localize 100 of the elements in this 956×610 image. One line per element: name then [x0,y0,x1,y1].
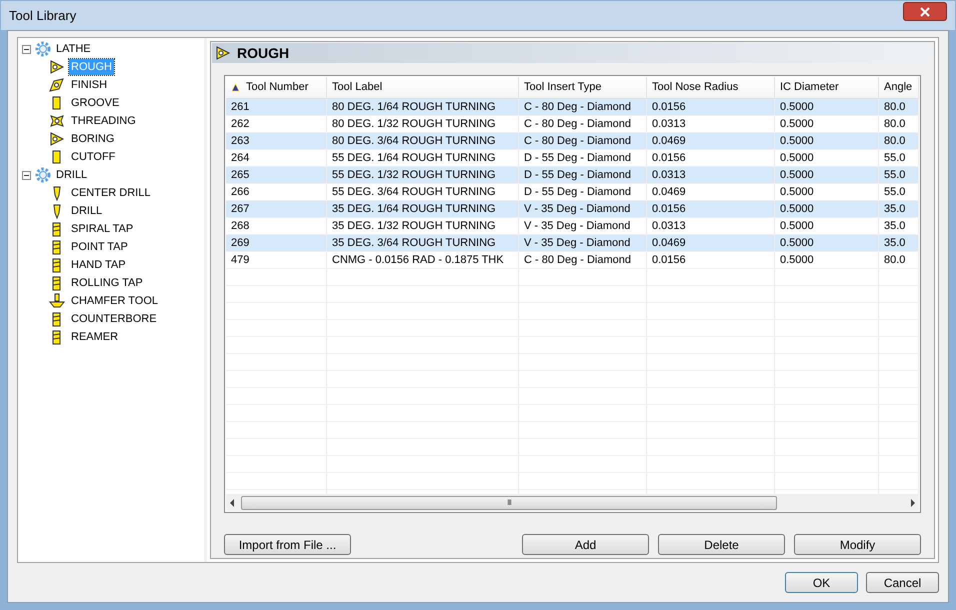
tree-item[interactable]: THREADING [69,112,138,130]
table-cell: 80.0 [879,116,919,132]
table-cell: 0.5000 [775,167,879,183]
gear-icon [35,167,51,183]
table-cell: 35.0 [879,201,919,217]
tree-item[interactable]: DRILL [55,166,88,184]
table-cell: V - 35 Deg - Diamond [519,235,647,251]
table-cell: 0.5000 [775,218,879,234]
table-cell: D - 55 Deg - Diamond [519,184,647,200]
table-cell: 55.0 [879,150,919,166]
table-cell: 0.0156 [647,99,775,115]
table-cell: V - 35 Deg - Diamond [519,218,647,234]
column-header[interactable]: Tool Number [226,77,327,98]
action-button[interactable]: Delete [658,534,785,555]
table-cell: 266 [226,184,327,200]
table-cell: 80.0 [879,252,919,268]
tree-item[interactable]: CENTER DRILL [69,184,152,202]
table-cell: 35.0 [879,218,919,234]
table-cell: 0.5000 [775,235,879,251]
table-cell: 0.5000 [775,150,879,166]
table-cell: D - 55 Deg - Diamond [519,150,647,166]
tree-item[interactable]: REAMER [69,328,120,346]
dialog-button[interactable]: OK [785,572,858,593]
collapse-toggle[interactable] [22,44,31,54]
tool-icon [48,293,65,309]
tool-icon [48,131,65,147]
column-header[interactable]: Tool Nose Radius [647,77,775,98]
table-cell: C - 80 Deg - Diamond [519,252,647,268]
table-cell: 80 DEG. 1/32 ROUGH TURNING [327,116,519,132]
table-cell: 264 [226,150,327,166]
tool-icon [48,77,65,93]
table-cell: 261 [226,99,327,115]
column-header[interactable]: IC Diameter [775,77,879,98]
close-icon [920,6,930,16]
table-cell: V - 35 Deg - Diamond [519,201,647,217]
table-cell: 0.0156 [647,150,775,166]
tree-item[interactable]: SPIRAL TAP [69,220,136,238]
scroll-right-icon [910,498,916,506]
tree-item[interactable]: ROLLING TAP [69,274,145,292]
table-cell: 0.5000 [775,99,879,115]
sort-icon [231,83,240,92]
tree-item[interactable]: HAND TAP [69,256,128,274]
table-cell: 269 [226,235,327,251]
table-cell: 0.0469 [647,235,775,251]
close-button[interactable] [903,2,947,21]
table-cell: 35 DEG. 1/32 ROUGH TURNING [327,218,519,234]
table-cell: C - 80 Deg - Diamond [519,99,647,115]
table-cell: 80 DEG. 1/64 ROUGH TURNING [327,99,519,115]
table-cell: 0.5000 [775,252,879,268]
tree-item[interactable]: COUNTERBORE [69,310,159,328]
table-cell: 479 [226,252,327,268]
scroll-left-icon [229,498,235,506]
table-cell: 0.0313 [647,116,775,132]
tree-item[interactable]: LATHE [55,40,92,58]
tree-item[interactable]: CHAMFER TOOL [69,292,160,310]
table-cell: 267 [226,201,327,217]
table-cell: 55.0 [879,167,919,183]
gear-icon [35,41,51,57]
table-cell: 0.5000 [775,201,879,217]
tree-item[interactable]: BORING [69,130,116,148]
table-cell: 80.0 [879,99,919,115]
table-cell: 0.0469 [647,133,775,149]
tree-item[interactable]: DRILL [69,202,104,220]
column-header[interactable]: Tool Insert Type [519,77,647,98]
table-cell: 35.0 [879,235,919,251]
table-cell: CNMG - 0.0156 RAD - 0.1875 THK [327,252,519,268]
tool-icon [48,59,65,75]
table-cell: C - 80 Deg - Diamond [519,116,647,132]
tree-item[interactable]: POINT TAP [69,238,130,256]
tool-icon [214,45,231,61]
horizontal-scrollbar[interactable]: III [226,494,919,511]
panel-title: ROUGH [237,44,290,62]
table-cell: 55.0 [879,184,919,200]
column-header[interactable]: Angle [879,77,919,98]
table-cell: 35 DEG. 3/64 ROUGH TURNING [327,235,519,251]
table-cell: 0.0469 [647,184,775,200]
action-button[interactable]: Modify [794,534,921,555]
action-button[interactable]: Import from File ... [224,534,351,555]
collapse-toggle[interactable] [22,170,31,180]
table-cell: 0.0156 [647,252,775,268]
tree-item[interactable]: GROOVE [69,94,122,112]
tree-item[interactable]: FINISH [69,76,110,94]
table-cell: 0.0313 [647,167,775,183]
table-cell: 0.0156 [647,201,775,217]
table-cell: 80.0 [879,133,919,149]
action-button[interactable]: Add [522,534,649,555]
table-cell: 0.0313 [647,218,775,234]
scroll-thumb[interactable]: III [241,496,777,510]
table-cell: 80 DEG. 3/64 ROUGH TURNING [327,133,519,149]
column-header[interactable]: Tool Label [327,77,519,98]
dialog-button[interactable]: Cancel [866,572,939,593]
table-cell: 265 [226,167,327,183]
window-title: Tool Library [9,6,76,25]
table-cell: 263 [226,133,327,149]
table-cell: 262 [226,116,327,132]
table-cell: 0.5000 [775,133,879,149]
table-cell: 268 [226,218,327,234]
table-cell: 55 DEG. 1/64 ROUGH TURNING [327,150,519,166]
table-cell: 35 DEG. 1/64 ROUGH TURNING [327,201,519,217]
tree-item[interactable]: CUTOFF [69,148,118,166]
